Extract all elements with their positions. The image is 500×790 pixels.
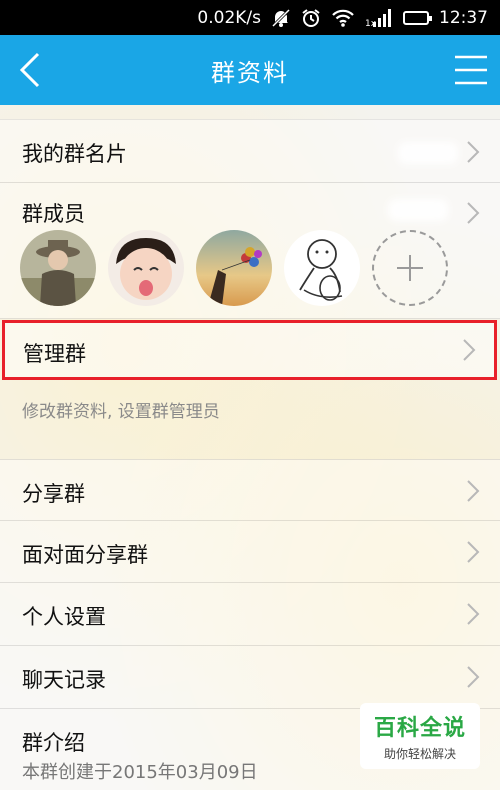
watermark-logo: 百科全说 助你轻松解决 (360, 703, 480, 769)
page-title: 群资料 (211, 58, 289, 87)
my-group-card-label: 我的群名片 (22, 142, 127, 166)
watermark-title: 百科全说 (373, 716, 466, 741)
watermark-subtitle: 助你轻松解决 (383, 747, 456, 761)
network-speed: 0.02K/s (197, 7, 261, 28)
chat-log-row[interactable]: 聊天记录 (0, 646, 500, 709)
add-member-button[interactable] (372, 230, 448, 306)
menu-button[interactable] (454, 51, 488, 89)
group-created-date: 本群创建于2015年03月09日 (22, 762, 258, 783)
personal-settings-row[interactable]: 个人设置 (0, 583, 500, 646)
face-to-face-share-row[interactable]: 面对面分享群 (0, 521, 500, 583)
face-to-face-share-label: 面对面分享群 (22, 543, 148, 567)
manage-group-label: 管理群 (23, 342, 86, 366)
group-intro-label: 群介绍 (22, 731, 85, 755)
manage-group-hint: 修改群资料, 设置群管理员 (22, 402, 220, 422)
chevron-right-icon (463, 339, 476, 361)
members-label: 群成员 (22, 202, 85, 226)
plus-icon (397, 255, 423, 281)
manage-group-row[interactable]: 管理群 (2, 320, 497, 380)
member-avatars (20, 230, 448, 306)
avatar[interactable] (284, 230, 360, 306)
chevron-right-icon (467, 666, 480, 688)
status-bar: 0.02K/s 1x 12:37 (0, 0, 500, 35)
avatar[interactable] (196, 230, 272, 306)
signal-icon: 1x (365, 7, 393, 29)
personal-settings-label: 个人设置 (22, 605, 106, 629)
back-button[interactable] (10, 49, 50, 91)
hamburger-menu-icon (455, 55, 487, 85)
avatar[interactable] (108, 230, 184, 306)
back-chevron-icon (19, 52, 40, 88)
redacted-patch (388, 199, 448, 221)
my-group-card-row[interactable]: 我的群名片 (0, 119, 500, 183)
group-info-content: 我的群名片 群成员 管理群 修改群资料, 设置群管理员 分享群 面对面分享群 个… (0, 105, 500, 790)
chevron-right-icon (467, 202, 480, 224)
mute-icon (271, 8, 291, 28)
battery-icon (403, 10, 432, 25)
chat-log-label: 聊天记录 (22, 668, 106, 692)
chevron-right-icon (467, 141, 480, 163)
wifi-icon (331, 8, 355, 28)
alarm-icon (301, 8, 321, 28)
clock: 12:37 (439, 7, 488, 28)
avatar[interactable] (20, 230, 96, 306)
signal-label: 1x (365, 18, 377, 29)
share-group-row[interactable]: 分享群 (0, 459, 500, 521)
chevron-right-icon (467, 541, 480, 563)
chevron-right-icon (467, 480, 480, 502)
share-group-label: 分享群 (22, 482, 85, 506)
redacted-patch (398, 142, 458, 164)
title-bar: 群资料 (0, 35, 500, 105)
chevron-right-icon (467, 603, 480, 625)
